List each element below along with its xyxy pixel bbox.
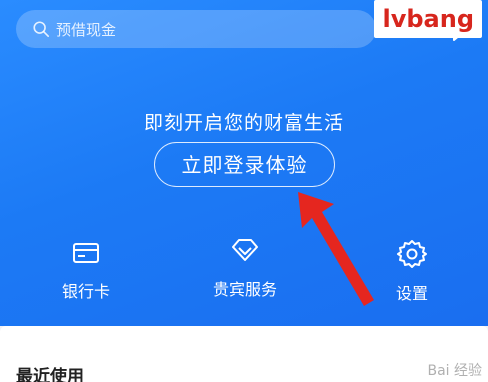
red-arrow-annotation (298, 192, 374, 306)
diamond-icon (232, 239, 258, 261)
shortcut-bank-card[interactable]: 银行卡 (56, 238, 116, 302)
search-bar[interactable]: 预借现金 (16, 10, 376, 48)
watermark-text: Bai 经验 (427, 363, 482, 379)
recent-section-title: 最近使用 (16, 367, 84, 382)
shortcut-vip-service[interactable]: 贵宾服务 (202, 236, 288, 300)
bank-card-icon (73, 243, 99, 263)
search-placeholder: 预借现金 (56, 20, 117, 39)
watermark-logo: lvbang (374, 0, 482, 38)
header-banner: 预借现金 lvbang 即刻开启您的财富生活 立即登录体验 银行卡 贵宾服务 设… (0, 0, 488, 326)
gear-icon (397, 240, 427, 268)
shortcut-settings[interactable]: 设置 (386, 238, 438, 304)
login-button[interactable]: 立即登录体验 (154, 142, 335, 187)
search-icon (33, 21, 50, 38)
recent-panel: 最近使用 Bai 经验 (0, 326, 488, 382)
hero-slogan: 即刻开启您的财富生活 (143, 112, 344, 134)
shortcut-label: 贵宾服务 (212, 280, 277, 299)
shortcut-label: 银行卡 (61, 282, 110, 301)
shortcut-label: 设置 (395, 284, 428, 303)
